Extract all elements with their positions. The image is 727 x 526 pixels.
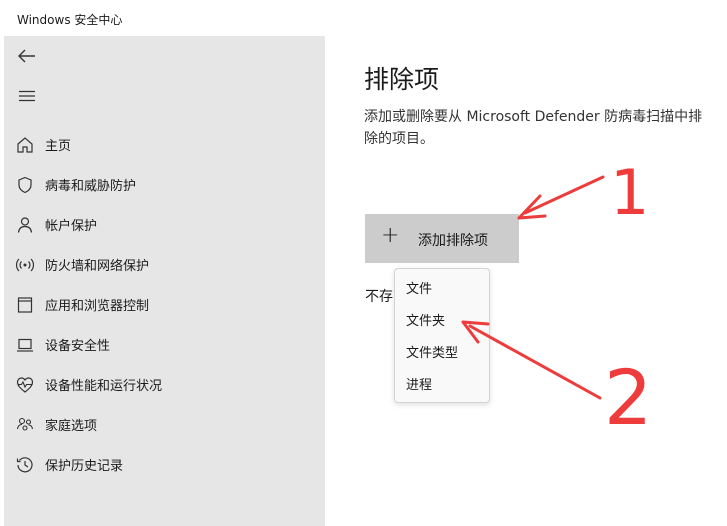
- sidebar-item-label: 主页: [45, 138, 72, 154]
- sidebar: 主页 病毒和威胁防护 帐户保护 防火墙和网络保护 应用和浏览器控制 设备安全性 …: [4, 36, 325, 526]
- menu-item-label: 进程: [406, 378, 433, 393]
- history-icon: [16, 457, 33, 473]
- sidebar-item-label: 设备安全性: [45, 338, 111, 354]
- laptop-icon: [17, 338, 33, 352]
- back-arrow-icon: [18, 49, 35, 63]
- wifi-antenna-icon: [16, 258, 34, 272]
- sidebar-item-device-security[interactable]: 设备安全性: [4, 326, 325, 362]
- sidebar-item-virus-protection[interactable]: 病毒和威胁防护: [4, 166, 325, 202]
- title-bar: Windows 安全中心: [0, 0, 727, 36]
- sidebar-item-device-performance[interactable]: 设备性能和运行状况: [4, 366, 325, 402]
- sidebar-item-label: 防火墙和网络保护: [45, 258, 150, 274]
- sidebar-item-protection-history[interactable]: 保护历史记录: [4, 446, 325, 482]
- page-title: 排除项: [364, 65, 440, 94]
- menu-item-file-type[interactable]: 文件类型: [395, 335, 489, 365]
- menu-item-folder[interactable]: 文件夹: [395, 303, 489, 333]
- plus-icon: +: [381, 223, 400, 248]
- sidebar-item-label: 保护历史记录: [45, 458, 124, 474]
- heart-pulse-icon: [16, 377, 34, 393]
- sidebar-item-label: 应用和浏览器控制: [45, 298, 150, 314]
- menu-item-label: 文件: [406, 282, 433, 297]
- add-exclusion-button[interactable]: + 添加排除项: [365, 214, 519, 263]
- shield-icon: [18, 176, 32, 194]
- main-content: 排除项 添加或删除要从 Microsoft Defender 防病毒扫描中排除的…: [325, 36, 727, 526]
- home-icon: [17, 137, 33, 153]
- sidebar-item-label: 帐户保护: [45, 218, 98, 234]
- window-title: Windows 安全中心: [17, 13, 123, 27]
- app-window-icon: [17, 297, 33, 313]
- page-description: 添加或删除要从 Microsoft Defender 防病毒扫描中排除的项目。: [364, 109, 703, 147]
- hamburger-menu-icon: [19, 90, 35, 102]
- menu-button[interactable]: [14, 83, 40, 109]
- person-icon: [17, 217, 33, 233]
- obscured-text: 不存: [365, 289, 393, 305]
- sidebar-item-label: 病毒和威胁防护: [45, 178, 137, 194]
- menu-item-label: 文件类型: [406, 346, 459, 361]
- menu-item-file[interactable]: 文件: [395, 271, 489, 301]
- family-icon: [16, 417, 34, 431]
- back-button[interactable]: [14, 43, 40, 69]
- add-exclusion-label: 添加排除项: [418, 233, 488, 249]
- sidebar-item-label: 家庭选项: [45, 418, 98, 434]
- sidebar-item-home[interactable]: 主页: [4, 126, 325, 162]
- sidebar-item-app-browser-control[interactable]: 应用和浏览器控制: [4, 286, 325, 322]
- sidebar-item-firewall[interactable]: 防火墙和网络保护: [4, 246, 325, 282]
- exclusion-type-menu: 文件 文件夹 文件类型 进程: [394, 268, 490, 403]
- menu-item-label: 文件夹: [406, 314, 446, 329]
- sidebar-item-family-options[interactable]: 家庭选项: [4, 406, 325, 442]
- sidebar-item-account-protection[interactable]: 帐户保护: [4, 206, 325, 242]
- sidebar-item-label: 设备性能和运行状况: [45, 378, 163, 394]
- menu-item-process[interactable]: 进程: [395, 367, 489, 397]
